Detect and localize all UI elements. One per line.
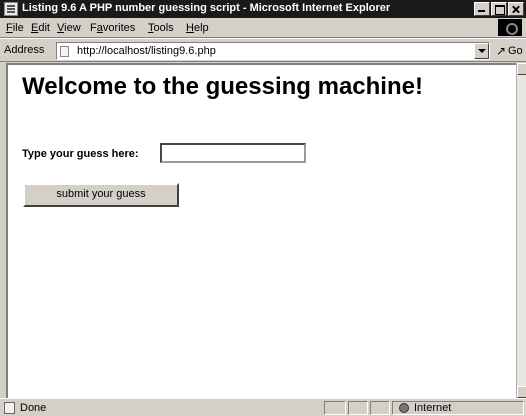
status-bar: Done Internet — [0, 398, 526, 416]
vertical-scrollbar[interactable] — [516, 63, 526, 398]
address-input[interactable]: http://localhost/listing9.6.php — [56, 42, 490, 60]
window-controls — [473, 2, 524, 16]
close-button[interactable] — [508, 2, 524, 16]
guess-input[interactable] — [160, 143, 306, 163]
scroll-down-button[interactable] — [517, 386, 526, 398]
maximize-button[interactable] — [491, 2, 507, 16]
address-dropdown-button[interactable] — [474, 43, 489, 59]
page-heading: Welcome to the guessing machine! — [22, 73, 423, 100]
address-url: http://localhost/listing9.6.php — [77, 45, 216, 57]
menu-edit[interactable]: Edit — [31, 22, 50, 34]
status-panel — [370, 401, 390, 415]
window-title: Listing 9.6 A PHP number guessing script… — [22, 2, 391, 14]
submit-guess-button[interactable]: submit your guess — [23, 183, 179, 207]
scroll-up-button[interactable] — [517, 63, 526, 75]
browser-window: Listing 9.6 A PHP number guessing script… — [0, 0, 526, 416]
menu-favorites[interactable]: Favorites — [90, 22, 135, 34]
guess-label: Type your guess here: — [22, 148, 139, 160]
menu-help[interactable]: Help — [186, 22, 209, 34]
page-icon — [60, 46, 69, 57]
status-panel — [348, 401, 368, 415]
menu-file[interactable]: File — [6, 22, 24, 34]
minimize-button[interactable] — [474, 2, 490, 16]
zone-text: Internet — [414, 402, 452, 414]
internet-globe-icon — [399, 403, 409, 413]
status-panel — [324, 401, 346, 415]
ie-throbber-icon — [498, 19, 522, 36]
go-button[interactable]: ↗ Go — [494, 42, 526, 60]
go-label: Go — [508, 45, 523, 57]
title-bar: Listing 9.6 A PHP number guessing script… — [0, 0, 526, 18]
status-text: Done — [20, 402, 47, 414]
menu-view[interactable]: View — [57, 22, 81, 34]
ie-page-icon[interactable] — [4, 2, 18, 16]
address-bar: Address http://localhost/listing9.6.php … — [0, 38, 526, 62]
page-done-icon — [4, 402, 15, 414]
menu-tools[interactable]: Tools — [148, 22, 174, 34]
menu-bar: File Edit View Favorites Tools Help — [0, 18, 526, 38]
go-arrow-icon: ↗ — [496, 44, 507, 58]
address-label: Address — [4, 44, 45, 56]
zone-panel — [392, 401, 524, 415]
page-content: Welcome to the guessing machine! Type yo… — [6, 63, 516, 398]
